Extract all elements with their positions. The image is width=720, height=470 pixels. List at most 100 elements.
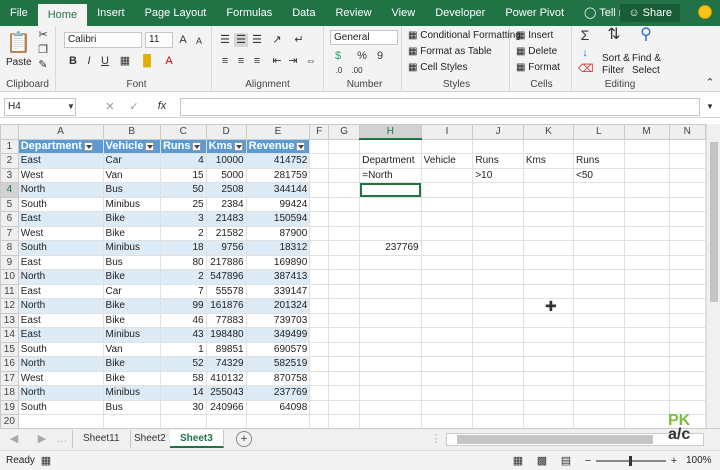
cell-k2[interactable]: Kms <box>522 153 574 169</box>
conditional-formatting-button[interactable]: ▦ Conditional Formatting <box>408 30 521 41</box>
paste-button[interactable]: Paste <box>6 57 32 68</box>
cell-i5[interactable] <box>420 196 474 212</box>
cell-a4[interactable]: North <box>17 182 104 198</box>
page-break-view-icon[interactable]: ▤ <box>560 454 572 468</box>
cell-i13[interactable] <box>420 312 474 328</box>
cell-j5[interactable] <box>472 196 524 212</box>
cell-c18[interactable]: 14 <box>159 385 207 401</box>
column-header-i[interactable]: I <box>420 124 474 140</box>
column-header-l[interactable]: L <box>572 124 625 140</box>
cell-d3[interactable]: 5000 <box>205 167 247 183</box>
cell-k13[interactable] <box>522 312 574 328</box>
cell-f10[interactable] <box>309 269 330 285</box>
cell-i12[interactable] <box>420 298 474 314</box>
cell-c4[interactable]: 50 <box>159 182 207 198</box>
row-header-16[interactable]: 16 <box>0 356 19 372</box>
row-header-19[interactable]: 19 <box>0 399 19 415</box>
cell-c5[interactable]: 25 <box>159 196 207 212</box>
cell-f3[interactable] <box>309 167 330 183</box>
cell-m9[interactable] <box>623 254 670 270</box>
cell-e12[interactable]: 201324 <box>245 298 311 314</box>
cell-l18[interactable] <box>572 385 625 401</box>
tab-data[interactable]: Data <box>282 0 325 26</box>
cell-l20[interactable] <box>572 414 625 428</box>
cell-e5[interactable]: 99424 <box>245 196 311 212</box>
cell-c20[interactable] <box>159 414 207 428</box>
cell-j12[interactable] <box>472 298 524 314</box>
cell-d11[interactable]: 55578 <box>205 283 247 299</box>
row-header-12[interactable]: 12 <box>0 298 19 314</box>
cell-k9[interactable] <box>522 254 574 270</box>
underline-button[interactable]: U <box>98 54 112 68</box>
cell-j7[interactable] <box>472 225 524 241</box>
macro-record-icon[interactable]: ▦ <box>40 454 52 468</box>
row-header-2[interactable]: 2 <box>0 153 19 169</box>
page-layout-view-icon[interactable]: ▩ <box>536 454 548 468</box>
cell-m15[interactable] <box>623 341 670 357</box>
cell-l5[interactable] <box>572 196 625 212</box>
find-select-button[interactable]: Find & <box>632 53 661 64</box>
cell-a12[interactable]: North <box>17 298 104 314</box>
cell-e8[interactable]: 18312 <box>245 240 311 256</box>
cell-e19[interactable]: 64098 <box>245 399 311 415</box>
cell-k1[interactable] <box>522 138 574 154</box>
cell-h2[interactable]: Department <box>359 153 422 169</box>
row-header-8[interactable]: 8 <box>0 240 19 256</box>
cell-f19[interactable] <box>309 399 330 415</box>
cell-h16[interactable] <box>359 356 422 372</box>
tab-power-pivot[interactable]: Power Pivot <box>495 0 574 26</box>
cancel-entry-icon[interactable]: ✕ <box>104 100 116 114</box>
increase-decimal-icon[interactable]: .0 <box>332 64 346 78</box>
format-painter-icon[interactable]: ✎ <box>36 58 50 72</box>
name-box-dropdown-icon[interactable]: ▼ <box>66 100 76 114</box>
column-header-g[interactable]: G <box>328 124 361 140</box>
column-header-f[interactable]: F <box>309 124 330 140</box>
cell-k7[interactable] <box>522 225 574 241</box>
cell-l8[interactable] <box>572 240 625 256</box>
grow-font-icon[interactable]: A <box>176 33 190 47</box>
accounting-format-button[interactable]: $ <box>332 49 344 63</box>
cell-m1[interactable] <box>623 138 670 154</box>
cell-e14[interactable]: 349499 <box>245 327 311 343</box>
shrink-font-icon[interactable]: A <box>192 34 206 48</box>
cell-i6[interactable] <box>420 211 474 227</box>
row-header-17[interactable]: 17 <box>0 370 19 386</box>
cell-h8[interactable]: 237769 <box>359 240 422 256</box>
cell-e16[interactable]: 582519 <box>245 356 311 372</box>
cell-a14[interactable]: East <box>17 327 104 343</box>
cell-j15[interactable] <box>472 341 524 357</box>
cell-a11[interactable]: East <box>17 283 104 299</box>
cell-a16[interactable]: North <box>17 356 104 372</box>
row-header-6[interactable]: 6 <box>0 211 19 227</box>
cell-g8[interactable] <box>328 240 361 256</box>
cell-l14[interactable] <box>572 327 625 343</box>
cut-icon[interactable]: ✂ <box>36 28 50 42</box>
cell-c8[interactable]: 18 <box>159 240 207 256</box>
align-center-icon[interactable]: ≡ <box>234 54 248 68</box>
cell-f9[interactable] <box>309 254 330 270</box>
cell-i7[interactable] <box>420 225 474 241</box>
more-sheets-icon[interactable]: … <box>56 432 68 446</box>
cell-e7[interactable]: 87900 <box>245 225 311 241</box>
cell-j2[interactable]: Runs <box>472 153 524 169</box>
cell-h19[interactable] <box>359 399 422 415</box>
cell-a3[interactable]: West <box>17 167 104 183</box>
cell-c14[interactable]: 43 <box>159 327 207 343</box>
cell-c17[interactable]: 58 <box>159 370 207 386</box>
row-header-20[interactable]: 20 <box>0 414 19 428</box>
fill-icon[interactable]: ↓ <box>578 46 592 60</box>
cell-b15[interactable]: Van <box>102 341 161 357</box>
cell-f13[interactable] <box>309 312 330 328</box>
cell-l10[interactable] <box>572 269 625 285</box>
font-color-icon[interactable]: A <box>162 54 176 68</box>
cell-g3[interactable] <box>328 167 361 183</box>
cell-m6[interactable] <box>623 211 670 227</box>
decrease-indent-icon[interactable]: ⇤ <box>270 54 284 68</box>
insert-function-button[interactable]: fx <box>154 99 170 113</box>
cell-n3[interactable] <box>668 167 706 183</box>
copy-icon[interactable]: ❐ <box>36 43 50 57</box>
cell-m5[interactable] <box>623 196 670 212</box>
delete-cells-button[interactable]: ▦ Delete <box>516 46 557 57</box>
zoom-slider[interactable] <box>596 456 666 466</box>
sheet-tab-sheet3[interactable]: Sheet3 <box>170 430 224 448</box>
